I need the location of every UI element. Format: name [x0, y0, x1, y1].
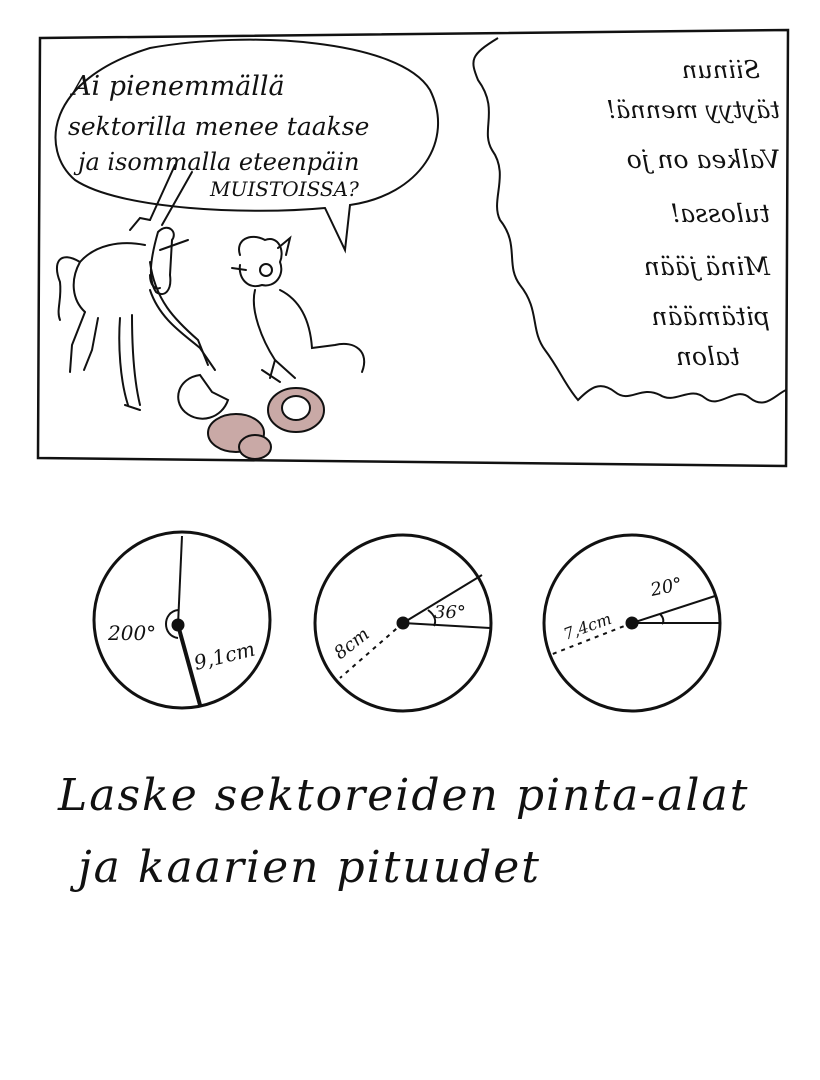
paper-sector — [177, 373, 230, 420]
sector-circle-2: 36° 8cm — [313, 533, 493, 713]
speech-line-1: Ai pienemmällä — [69, 71, 285, 102]
radius-label-1: 9,1cm — [191, 637, 257, 675]
speech-line-3: ja isommalla eteenpäin — [73, 148, 359, 176]
sector-circle-1: 200° 9,1cm — [92, 530, 272, 710]
speech-line-2: sektorilla menee taakse — [68, 112, 369, 141]
radius-label-2: 8cm — [330, 624, 373, 664]
mirror-bubble: Siinun täytyy mennä! Valkea on jo tuloss… — [472, 37, 787, 404]
speech-line-4: MUISTOISSA? — [209, 177, 359, 201]
task-line-1: Laske sektoreiden pinta-alat — [58, 770, 750, 821]
task-line-2: ja kaarien pituudet — [78, 842, 541, 893]
comic-panel: Ai pienemmällä sektorilla menee taakse j… — [36, 28, 790, 468]
mirror-line-1: Siinun — [682, 56, 760, 84]
sector-diagrams: 200° 9,1cm 36° 8cm 20° 7,4cm — [92, 530, 722, 713]
mirror-line-5: Minä jään — [644, 252, 771, 281]
sector-circle-3: 20° 7,4cm — [542, 533, 722, 713]
angle-label-3: 20° — [648, 574, 685, 601]
mirror-line-7: talon — [676, 342, 740, 371]
angle-label-1: 200° — [107, 621, 156, 645]
mirror-line-2: täytyy mennä! — [606, 96, 780, 124]
speech-bubble: Ai pienemmällä sektorilla menee taakse j… — [54, 38, 440, 254]
mirror-line-6: pitämään — [651, 302, 770, 331]
mirror-line-4: tulossa! — [670, 199, 770, 228]
boy-illustration — [231, 235, 365, 383]
mirror-line-3: Valkea on jo — [627, 145, 780, 174]
radius-label-3: 7,4cm — [561, 609, 614, 644]
angle-label-2: 36° — [434, 602, 466, 623]
